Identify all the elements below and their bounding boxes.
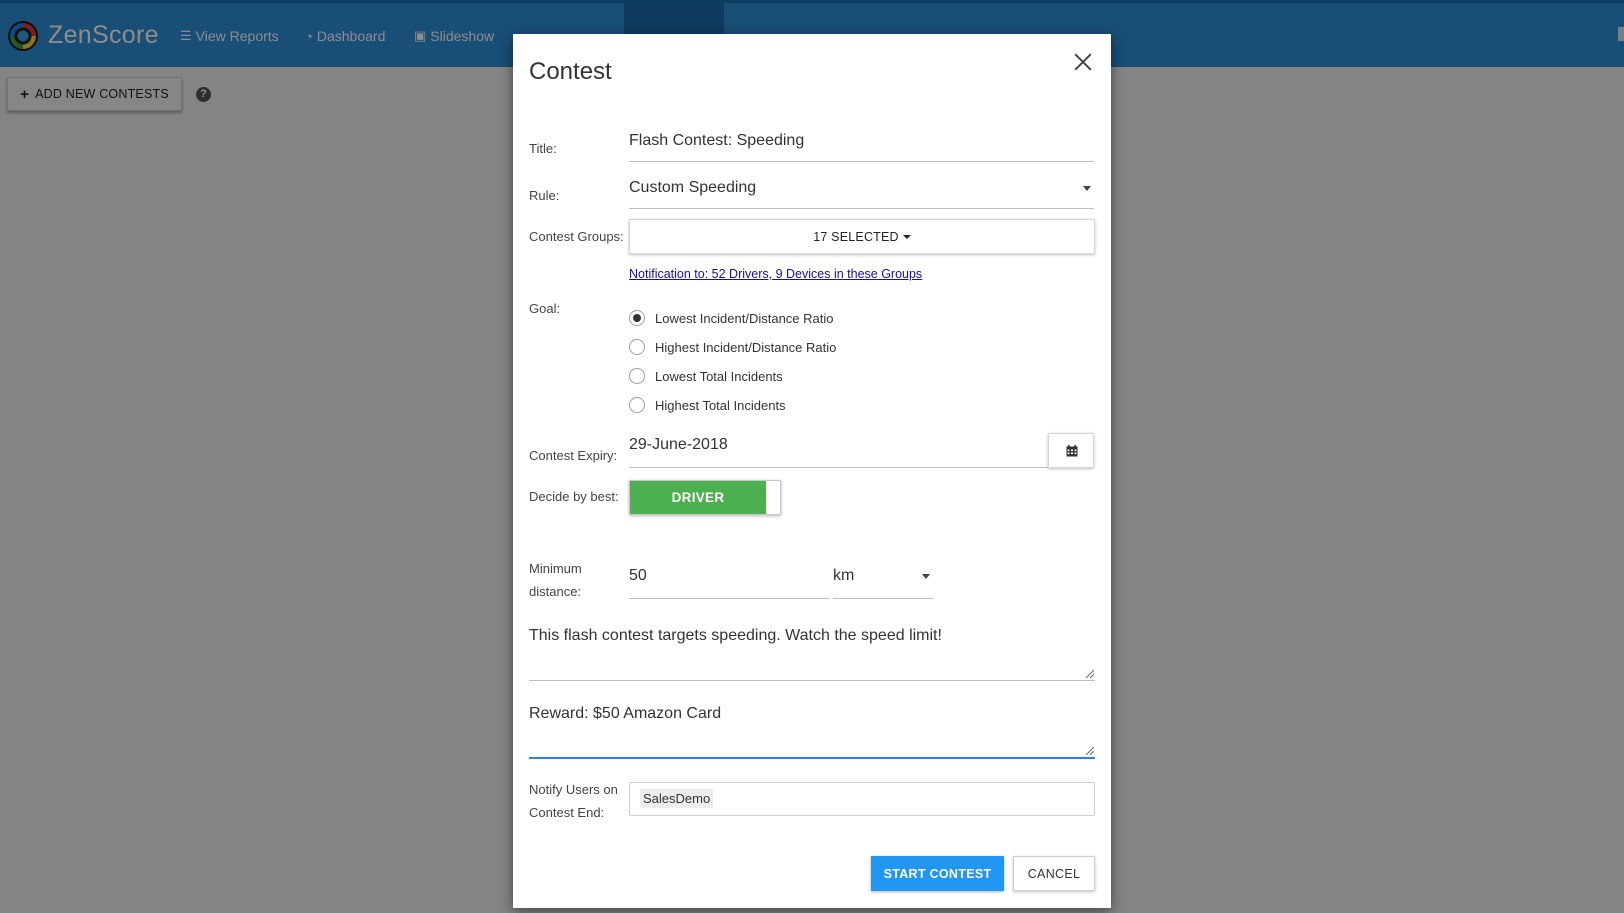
rule-label: Rule: [529,188,560,203]
title-label: Title: [529,141,557,156]
distance-unit-value: km [833,567,855,584]
description-textarea[interactable]: This flash contest targets speeding. Wat… [529,621,1095,681]
decide-by-toggle[interactable]: DRIVER [629,480,781,515]
contest-modal: Contest Title: Flash Contest: Speeding R… [513,34,1111,908]
rule-select[interactable]: Custom Speeding [629,179,1094,209]
expiry-date-input[interactable]: 29-June-2018 [629,436,1049,468]
description-text: This flash contest targets speeding. Wat… [529,627,942,644]
notification-recipients-link[interactable]: Notification to: 52 Drivers, 9 Devices i… [629,267,922,281]
contest-expiry-label: Contest Expiry: [529,448,618,463]
toggle-driver-option: DRIVER [630,481,766,514]
groups-selected-count: 17 SELECTED [813,229,899,244]
chevron-down-icon [922,574,930,579]
goal-option-label: Highest Total Incidents [655,397,786,413]
cancel-button[interactable]: CANCEL [1013,856,1095,891]
notify-users-label-line2: Contest End: [529,805,605,820]
goal-option-lowest-ratio[interactable]: Lowest Incident/Distance Ratio [629,310,833,326]
resize-grip-icon[interactable] [1086,747,1094,755]
expiry-date-value: 29-June-2018 [629,436,728,453]
goal-option-highest-total[interactable]: Highest Total Incidents [629,397,786,413]
minimum-distance-value: 50 [629,567,647,584]
notify-users-label-line1: Notify Users on [529,782,618,797]
caret-down-icon [902,234,911,239]
radio-checked-icon[interactable] [629,310,645,326]
user-tag[interactable]: SalesDemo [640,789,714,808]
distance-unit-select[interactable]: km [833,567,933,599]
resize-grip-icon[interactable] [1086,670,1094,678]
calendar-icon [1066,445,1078,457]
radio-unchecked-icon[interactable] [629,397,645,413]
start-contest-button[interactable]: START CONTEST [871,856,1004,891]
radio-unchecked-icon[interactable] [629,368,645,384]
goal-option-label: Lowest Incident/Distance Ratio [655,310,834,326]
goal-label: Goal: [529,301,561,316]
minimum-distance-label-line1: Minimum [529,561,582,576]
rule-value: Custom Speeding [629,179,757,196]
goal-option-lowest-total[interactable]: Lowest Total Incidents [629,368,783,384]
contest-groups-label: Contest Groups: [529,229,624,244]
title-input[interactable]: Flash Contest: Speeding [629,132,1094,162]
radio-unchecked-icon[interactable] [629,339,645,355]
minimum-distance-input[interactable]: 50 [629,567,829,599]
reward-text: Reward: $50 Amazon Card [529,705,722,722]
decide-by-best-label: Decide by best: [529,489,619,504]
goal-option-label: Lowest Total Incidents [655,368,783,384]
goal-option-highest-ratio[interactable]: Highest Incident/Distance Ratio [629,339,836,355]
notify-users-input[interactable]: SalesDemo [629,782,1095,816]
chevron-down-icon [1083,186,1091,191]
reward-textarea[interactable]: Reward: $50 Amazon Card [529,699,1095,759]
goal-option-label: Highest Incident/Distance Ratio [655,339,837,355]
title-value: Flash Contest: Speeding [629,132,805,149]
contest-groups-dropdown[interactable]: 17 SELECTED [629,219,1095,254]
calendar-button[interactable] [1048,433,1094,468]
close-icon[interactable] [1072,51,1094,73]
modal-title: Contest [529,58,612,85]
minimum-distance-label-line2: distance: [529,584,582,599]
